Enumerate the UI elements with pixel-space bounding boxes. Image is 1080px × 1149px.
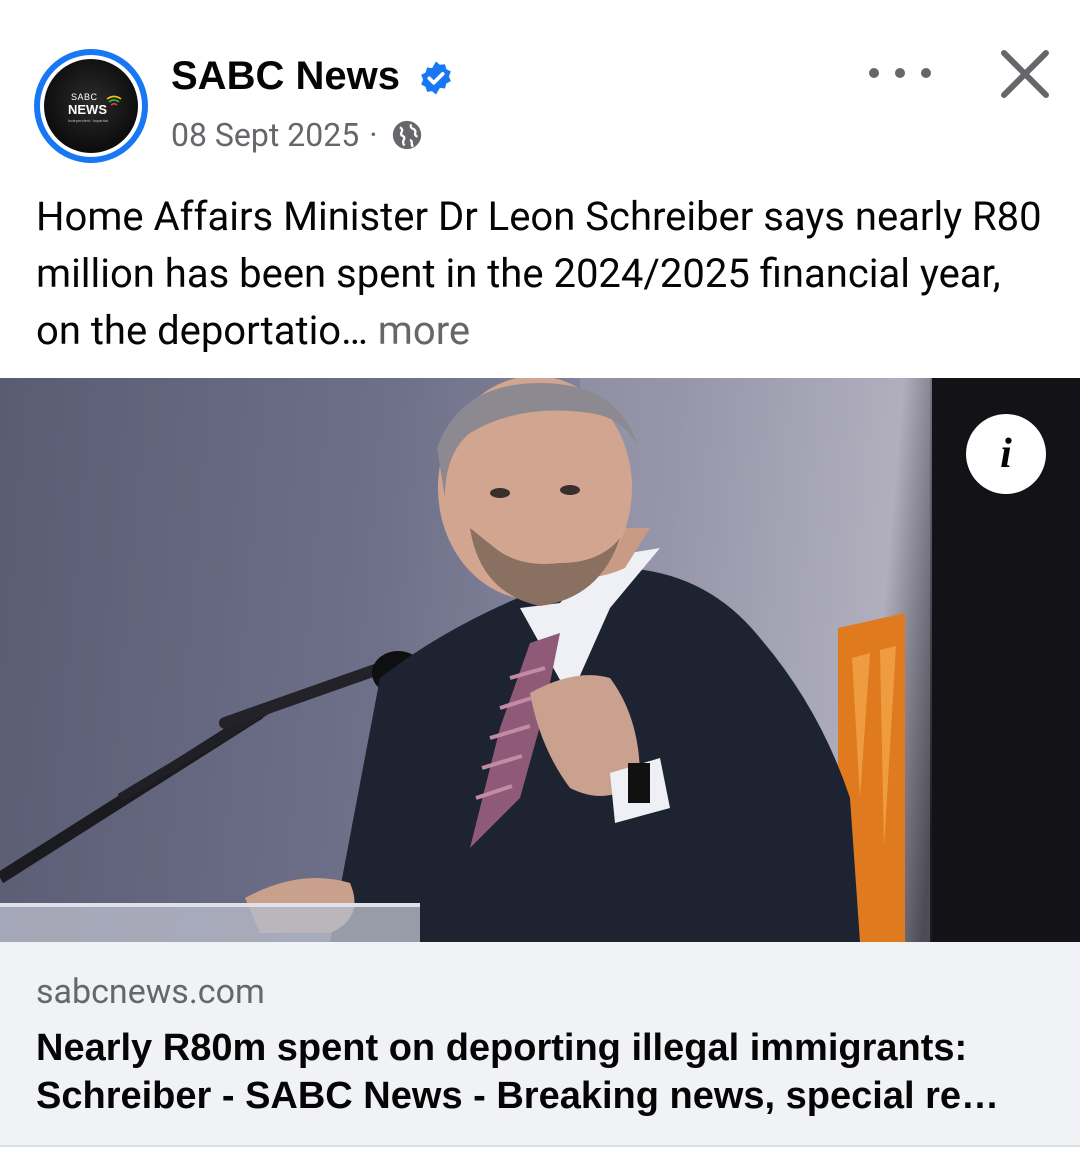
post-header: SABC NEWS Independent. Impartial. SABC N…	[0, 0, 1080, 180]
info-icon[interactable]: i	[966, 414, 1046, 494]
post-date[interactable]: 08 Sept 2025	[171, 116, 359, 154]
link-domain: sabcnews.com	[36, 972, 265, 1012]
minister-photo	[0, 378, 1080, 942]
close-icon[interactable]	[998, 47, 1052, 101]
logo-sabc-text: SABC	[71, 92, 98, 102]
link-preview-card[interactable]: sabcnews.com Nearly R80m spent on deport…	[0, 942, 1080, 1147]
facebook-post: SABC NEWS Independent. Impartial. SABC N…	[0, 0, 1080, 1149]
logo-tagline: Independent. Impartial.	[68, 118, 109, 123]
post-body-text: Home Affairs Minister Dr Leon Schreiber …	[36, 188, 1046, 359]
post-message: Home Affairs Minister Dr Leon Schreiber …	[36, 193, 1042, 354]
see-more-link[interactable]: more	[368, 307, 470, 354]
link-preview-image[interactable]	[0, 378, 1080, 942]
logo-waves-icon	[106, 95, 122, 106]
sabc-news-logo: SABC NEWS Independent. Impartial.	[44, 59, 138, 153]
more-options-icon[interactable]	[869, 56, 931, 90]
logo-news-text: NEWS	[68, 102, 107, 117]
verified-badge-icon	[421, 61, 451, 95]
page-name[interactable]: SABC News	[171, 54, 400, 99]
globe-icon	[392, 120, 421, 150]
post-meta: 08 Sept 2025 ·	[171, 116, 424, 154]
meta-separator: ·	[369, 116, 378, 154]
avatar[interactable]: SABC NEWS Independent. Impartial.	[34, 49, 148, 163]
link-title[interactable]: Nearly R80m spent on deporting illegal i…	[36, 1024, 1046, 1120]
